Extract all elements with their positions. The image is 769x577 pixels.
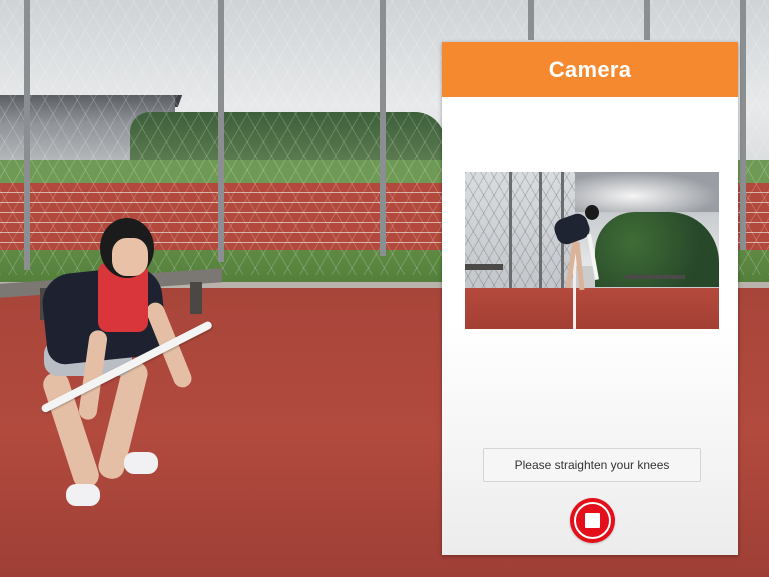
- preview-track: [465, 288, 719, 329]
- fence-post: [380, 0, 386, 256]
- preview-athlete-head: [585, 205, 599, 220]
- preview-bench: [625, 275, 685, 279]
- fence-post: [528, 0, 534, 40]
- stop-button-ring: [574, 502, 611, 539]
- panel-title: Camera: [548, 56, 632, 82]
- preview-fence-post: [509, 172, 512, 290]
- stop-square-icon: [585, 513, 600, 528]
- feedback-message-box: Please straighten your knees: [483, 448, 701, 482]
- fence-post: [24, 0, 30, 270]
- preview-bench: [465, 264, 503, 270]
- athlete-right-shoe: [124, 452, 158, 474]
- fence-post: [740, 0, 746, 250]
- camera-preview: [465, 172, 719, 329]
- athlete-face: [112, 238, 148, 276]
- preview-fence-post: [539, 172, 542, 290]
- feedback-message: Please straighten your knees: [514, 458, 670, 472]
- camera-panel: Camera Please straighten your knees: [442, 42, 738, 555]
- bench-leg: [190, 282, 202, 314]
- athlete-left-shoe: [66, 484, 100, 506]
- panel-header: Camera: [442, 42, 738, 97]
- fence-post: [218, 0, 224, 262]
- stop-recording-button[interactable]: [570, 498, 615, 543]
- fence-post: [644, 0, 650, 40]
